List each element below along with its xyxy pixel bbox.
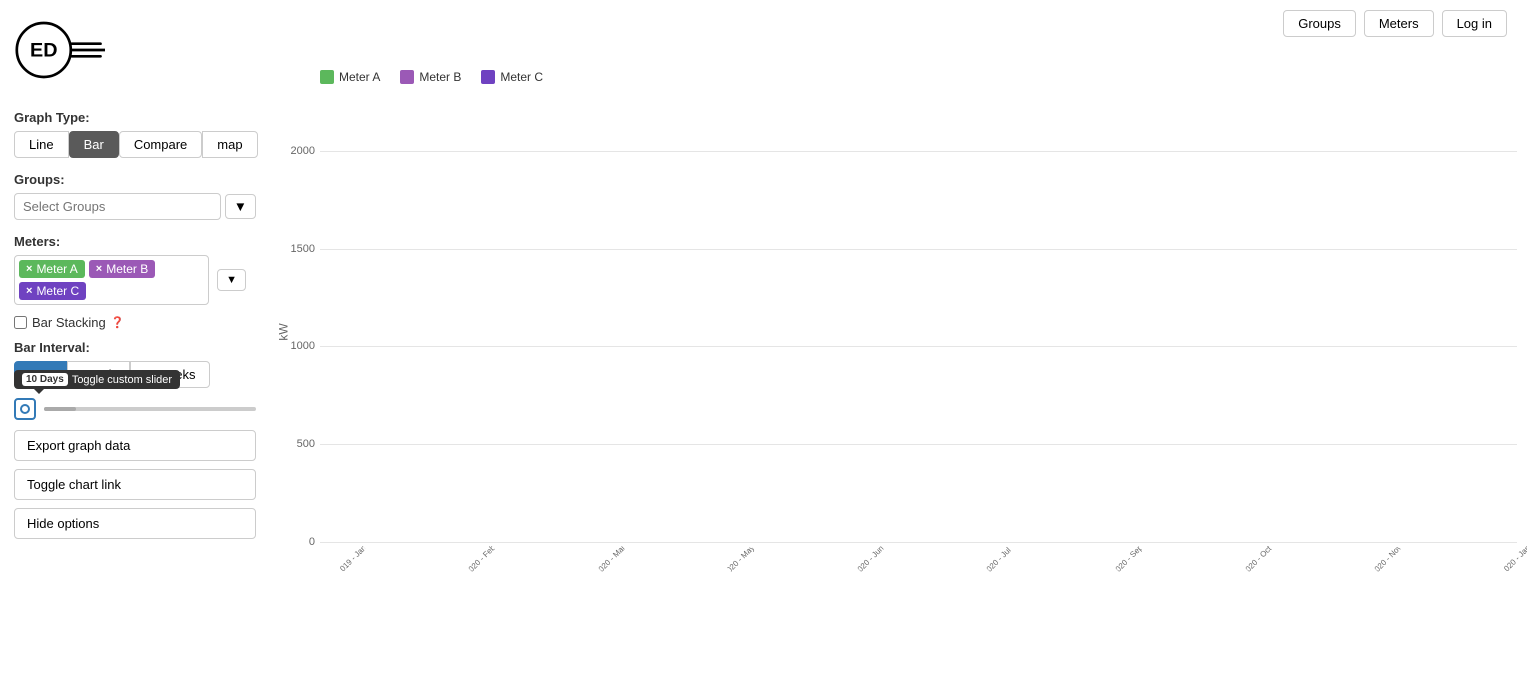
bars-area [320, 92, 1517, 542]
select-groups-input[interactable] [14, 193, 221, 220]
legend-meter-b: Meter B [400, 70, 461, 84]
y-tick-label: 2000 [291, 145, 315, 157]
export-graph-button[interactable]: Export graph data [14, 430, 256, 461]
graph-type-map[interactable]: map [202, 131, 257, 158]
logo: ED [10, 10, 110, 90]
groups-nav-button[interactable]: Groups [1283, 10, 1356, 37]
slider-days-badge: 10 Days [22, 373, 68, 386]
top-nav: Groups Meters Log in [1263, 0, 1527, 47]
chart-inner: kW 0500100015002000 Dec 31, 2019 - Jan 1… [320, 92, 1517, 572]
legend-label-c: Meter C [500, 70, 543, 84]
slider-track[interactable] [44, 407, 256, 411]
chart-area: Meter A Meter B Meter C kW 0500100015002… [270, 60, 1527, 696]
legend-label-a: Meter A [339, 70, 380, 84]
y-tick-label: 0 [309, 536, 315, 548]
graph-type-label: Graph Type: [14, 110, 256, 125]
slider-thumb-inner [20, 404, 30, 414]
bar-stacking-label: Bar Stacking [32, 315, 106, 330]
y-tick-label: 1500 [291, 243, 315, 255]
chart-legend: Meter A Meter B Meter C [320, 70, 1517, 84]
hide-options-button[interactable]: Hide options [14, 508, 256, 539]
chart-container: Meter A Meter B Meter C kW 0500100015002… [270, 70, 1517, 650]
meters-nav-button[interactable]: Meters [1364, 10, 1434, 37]
y-tick-label: 500 [297, 438, 315, 450]
y-axis-label: kW [277, 323, 291, 340]
groups-selector-wrapper: ▼ [14, 193, 256, 220]
meters-scroll-button[interactable]: ▼ [217, 269, 246, 291]
bar-stacking-checkbox[interactable] [14, 316, 27, 329]
meter-c-tag[interactable]: × Meter C [19, 282, 86, 300]
custom-slider-tooltip: 10 Days Toggle custom slider [14, 370, 180, 389]
legend-meter-c: Meter C [481, 70, 543, 84]
meter-b-tag[interactable]: × Meter B [89, 260, 155, 278]
meters-wrapper: × Meter A × Meter B × Meter C ▼ [14, 255, 256, 305]
legend-dot-a [320, 70, 334, 84]
bar-stacking-wrapper: Bar Stacking ❓ [14, 315, 256, 330]
svg-text:ED: ED [30, 39, 57, 61]
graph-type-bar[interactable]: Bar [69, 131, 119, 158]
legend-meter-a: Meter A [320, 70, 380, 84]
sidebar: Graph Type: Line Bar Compare map Groups:… [0, 100, 270, 557]
meter-c-label: Meter C [36, 284, 79, 298]
meter-c-remove[interactable]: × [26, 285, 32, 297]
slider-fill [44, 407, 76, 411]
y-tick-label: 1000 [291, 340, 315, 352]
meter-a-tag[interactable]: × Meter A [19, 260, 85, 278]
meter-b-remove[interactable]: × [96, 263, 102, 275]
toggle-chart-link-button[interactable]: Toggle chart link [14, 469, 256, 500]
graph-type-line[interactable]: Line [14, 131, 69, 158]
slider-thumb[interactable] [14, 398, 36, 420]
x-labels: Dec 31, 2019 - Jan 10, 2020Feb 09, 2020 … [320, 542, 1517, 572]
slider-tooltip-text: Toggle custom slider [72, 374, 172, 386]
legend-dot-c [481, 70, 495, 84]
custom-slider-area: 10 Days Toggle custom slider [14, 398, 256, 420]
meter-a-remove[interactable]: × [26, 263, 32, 275]
meters-tags: × Meter A × Meter B × Meter C ▼ [14, 255, 209, 305]
slider-row [14, 398, 256, 420]
graph-type-compare[interactable]: Compare [119, 131, 202, 158]
legend-label-b: Meter B [419, 70, 461, 84]
graph-type-group: Line Bar Compare map [14, 131, 256, 158]
bar-interval-label: Bar Interval: [14, 340, 256, 355]
login-nav-button[interactable]: Log in [1442, 10, 1507, 37]
bar-stacking-help: ❓ [111, 316, 125, 329]
meters-label: Meters: [14, 234, 256, 249]
groups-label: Groups: [14, 172, 256, 187]
legend-dot-b [400, 70, 414, 84]
groups-dropdown-button[interactable]: ▼ [225, 194, 256, 219]
meter-a-label: Meter A [36, 262, 77, 276]
meter-b-label: Meter B [106, 262, 148, 276]
